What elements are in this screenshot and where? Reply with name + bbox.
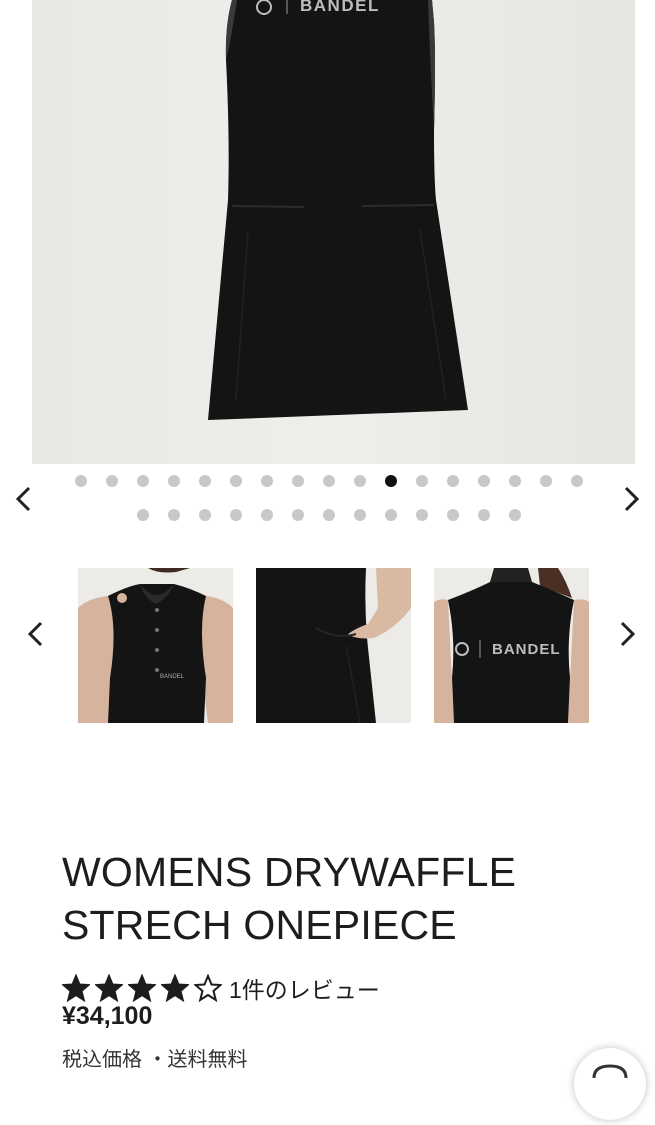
gallery-dot[interactable] xyxy=(416,475,428,487)
gallery-dot[interactable] xyxy=(509,475,521,487)
review-count-link[interactable]: 1件のレビュー xyxy=(229,971,380,1005)
gallery-dot[interactable] xyxy=(137,509,149,521)
gallery-dot[interactable] xyxy=(354,509,366,521)
thumbnail-2[interactable] xyxy=(256,568,411,723)
gallery-dot[interactable] xyxy=(509,509,521,521)
gallery-dot[interactable] xyxy=(540,475,552,487)
gallery-dot[interactable] xyxy=(447,475,459,487)
gallery-dot[interactable] xyxy=(571,475,583,487)
gallery-dot[interactable] xyxy=(385,475,397,487)
gallery-dot[interactable] xyxy=(230,475,242,487)
chevron-left-icon xyxy=(27,621,43,647)
star-filled-icon xyxy=(62,974,90,1002)
product-title-line-2: STRECH ONEPIECE xyxy=(62,902,457,948)
product-title-line-1: WOMENS DRYWAFFLE xyxy=(62,849,517,895)
gallery-dot[interactable] xyxy=(168,509,180,521)
thumbnail-logo-text: BANDEL xyxy=(160,674,185,680)
thumbnails-prev-button[interactable] xyxy=(20,619,50,649)
product-rating: 1件のレビュー xyxy=(62,973,380,1003)
chat-bubble-icon xyxy=(592,1064,628,1079)
star-filled-icon xyxy=(128,974,156,1002)
gallery-dot[interactable] xyxy=(292,475,304,487)
tax-shipping-note: 税込価格 ・送料無料 xyxy=(62,1049,248,1071)
product-main-image[interactable]: BANDEL xyxy=(32,0,635,464)
product-title: WOMENS DRYWAFFLE STRECH ONEPIECE xyxy=(62,846,622,952)
gallery-dot[interactable] xyxy=(199,475,211,487)
gallery-dots-row xyxy=(0,475,655,489)
gallery-dot[interactable] xyxy=(478,509,490,521)
gallery-dot[interactable] xyxy=(323,475,335,487)
chevron-right-icon xyxy=(620,621,636,647)
gallery-dot[interactable] xyxy=(385,509,397,521)
hero-logo-text: BANDEL xyxy=(300,0,380,15)
gallery-dot[interactable] xyxy=(106,475,118,487)
gallery-dot[interactable] xyxy=(75,475,87,487)
product-price: ¥34,100 xyxy=(62,1002,153,1030)
gallery-dots-row xyxy=(0,509,655,523)
star-filled-icon xyxy=(161,974,189,1002)
gallery-dot[interactable] xyxy=(168,475,180,487)
gallery-dot[interactable] xyxy=(323,509,335,521)
thumbnail-1[interactable]: BANDEL xyxy=(78,568,233,723)
gallery-dot[interactable] xyxy=(354,475,366,487)
gallery-dot[interactable] xyxy=(261,509,273,521)
gallery-dot[interactable] xyxy=(478,475,490,487)
star-filled-icon xyxy=(95,974,123,1002)
gallery-dot[interactable] xyxy=(292,509,304,521)
star-empty-icon xyxy=(194,974,222,1002)
gallery-dot[interactable] xyxy=(416,509,428,521)
gallery-dot[interactable] xyxy=(137,475,149,487)
gallery-dot[interactable] xyxy=(199,509,211,521)
thumbnail-logo-text: BANDEL xyxy=(492,641,561,658)
gallery-dot[interactable] xyxy=(447,509,459,521)
gallery-dot[interactable] xyxy=(230,509,242,521)
thumbnail-3[interactable]: BANDEL xyxy=(434,568,589,723)
gallery-dot[interactable] xyxy=(261,475,273,487)
chat-button[interactable] xyxy=(574,1048,646,1120)
thumbnails-next-button[interactable] xyxy=(613,619,643,649)
rating-stars xyxy=(62,974,227,1002)
